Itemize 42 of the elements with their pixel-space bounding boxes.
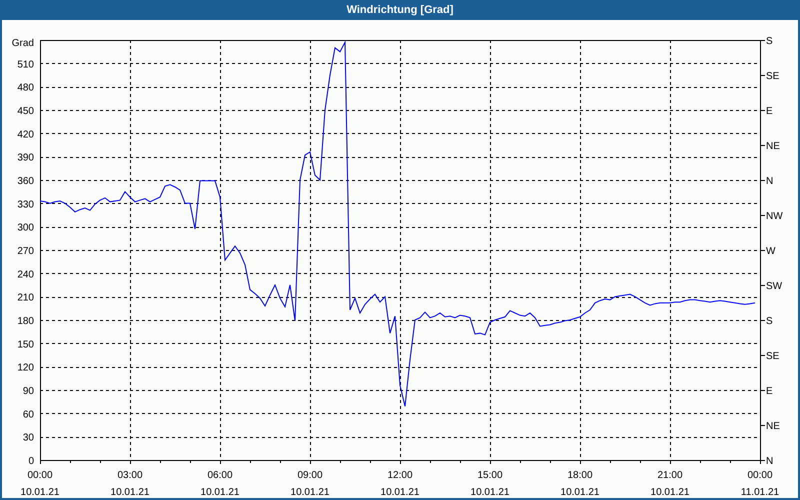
x-tick-label: 06:00 10.01.21	[200, 470, 240, 498]
x-tick-label: 03:00 10.01.21	[110, 470, 150, 498]
x-tick-label: 00:00 11.01.21	[740, 470, 780, 498]
compass-label: N	[766, 456, 774, 467]
compass-label: S	[766, 316, 773, 327]
compass-label: NE	[766, 421, 780, 432]
y-tick-label: 420	[17, 129, 34, 140]
x-tick-label: 21:00 10.01.21	[650, 470, 690, 498]
compass-label: S	[766, 36, 773, 47]
y-tick-label: 450	[17, 106, 34, 117]
compass-label: NW	[766, 211, 783, 222]
compass-label: N	[766, 176, 774, 187]
y-axis-title: Grad	[12, 38, 34, 49]
y-tick-label: 150	[17, 339, 34, 350]
y-tick-label: 330	[17, 199, 34, 210]
x-tick-label: 12:00 10.01.21	[380, 470, 420, 498]
compass-label: W	[766, 246, 776, 257]
x-tick-label: 09:00 10.01.21	[290, 470, 330, 498]
y-tick-label: 60	[22, 409, 34, 420]
y-tick-label: 510	[17, 59, 34, 70]
compass-label: SE	[766, 71, 780, 82]
x-tick-label: 18:00 10.01.21	[560, 470, 600, 498]
y-tick-label: 30	[22, 432, 34, 444]
compass-label: E	[766, 106, 773, 117]
y-tick-label: 120	[17, 362, 34, 374]
x-tick-label: 00:00 10.01.21	[20, 470, 60, 498]
y-tick-label: 360	[17, 176, 34, 187]
y-tick-label: 210	[17, 292, 34, 304]
y-tick-label: 0	[28, 456, 34, 467]
compass-label: NE	[766, 141, 780, 152]
x-tick-label: 15:00 10.01.21	[470, 470, 510, 498]
window-title: Windrichtung [Grad]	[346, 2, 454, 18]
y-tick-label: 390	[17, 152, 34, 164]
compass-label: SW	[766, 281, 782, 292]
y-tick-label: 480	[17, 82, 34, 94]
compass-label: SE	[766, 351, 780, 362]
y-tick-label: 300	[17, 222, 34, 234]
y-tick-label: 240	[17, 269, 34, 280]
y-tick-label: 90	[22, 386, 34, 397]
y-tick-label: 270	[17, 246, 34, 257]
y-tick-label: 180	[17, 316, 34, 327]
compass-label: E	[766, 386, 773, 397]
